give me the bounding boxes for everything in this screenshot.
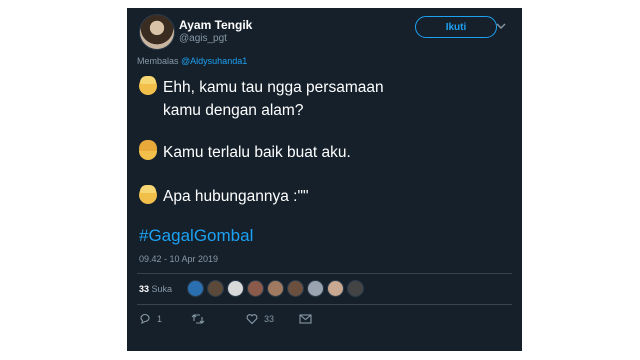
liker-avatar[interactable] xyxy=(307,280,324,297)
likes-summary[interactable]: 33 Suka xyxy=(139,284,172,294)
reply-context: Membalas @Aldysuhanda1 xyxy=(137,56,247,66)
reply-mention-link[interactable]: @Aldysuhanda1 xyxy=(181,56,247,66)
person-emoji-icon xyxy=(139,185,157,204)
liker-avatars xyxy=(187,280,364,297)
liker-avatar[interactable] xyxy=(187,280,204,297)
reply-icon xyxy=(140,313,150,324)
tweet-line-1: Ehh, kamu tau ngga persamaan xyxy=(139,76,384,99)
message-icon xyxy=(299,314,312,324)
retweet-button[interactable] xyxy=(191,313,205,325)
tweet-line-3: Kamu terlalu baik buat aku. xyxy=(139,140,351,164)
liker-avatar[interactable] xyxy=(207,280,224,297)
liker-avatar[interactable] xyxy=(327,280,344,297)
liker-avatar[interactable] xyxy=(267,280,284,297)
hashtag-link[interactable]: #GagalGombal xyxy=(139,226,253,246)
heart-icon xyxy=(246,314,258,325)
tweet-text: Kamu terlalu baik buat aku. xyxy=(163,144,351,161)
follow-button[interactable]: Ikuti xyxy=(415,16,497,38)
tweet-line-2: kamu dengan alam? xyxy=(163,102,304,119)
likes-count: 33 xyxy=(139,284,150,294)
tweet-text: Ehh, kamu tau ngga persamaan xyxy=(163,79,384,96)
person-emoji-icon xyxy=(139,76,157,95)
likes-label: Suka xyxy=(151,284,173,294)
message-button[interactable] xyxy=(299,313,312,325)
liker-avatar[interactable] xyxy=(287,280,304,297)
liker-avatar[interactable] xyxy=(347,280,364,297)
tweet-text: Apa hubungannya :"" xyxy=(163,188,309,205)
reply-count: 1 xyxy=(157,314,163,324)
reply-prefix: Membalas xyxy=(137,56,179,66)
tweet-card: Ayam Tengik @agis_pgt Ikuti Membalas @Al… xyxy=(127,8,522,351)
divider xyxy=(137,304,512,305)
chevron-down-icon[interactable] xyxy=(496,21,506,31)
liker-avatar[interactable] xyxy=(247,280,264,297)
timestamp[interactable]: 09.42 - 10 Apr 2019 xyxy=(139,254,218,264)
like-button[interactable]: 33 xyxy=(246,313,274,325)
liker-avatar[interactable] xyxy=(227,280,244,297)
like-count: 33 xyxy=(264,314,275,324)
avatar[interactable] xyxy=(139,14,175,50)
retweet-icon xyxy=(191,314,205,324)
reply-button[interactable]: 1 xyxy=(139,313,162,325)
girl-emoji-icon xyxy=(139,140,157,160)
tweet-actions: 1 33 xyxy=(127,313,522,329)
tweet-line-4: Apa hubungannya :"" xyxy=(139,185,309,208)
divider xyxy=(137,273,512,274)
author-handle[interactable]: @agis_pgt xyxy=(179,33,227,44)
author-name[interactable]: Ayam Tengik xyxy=(179,18,252,32)
